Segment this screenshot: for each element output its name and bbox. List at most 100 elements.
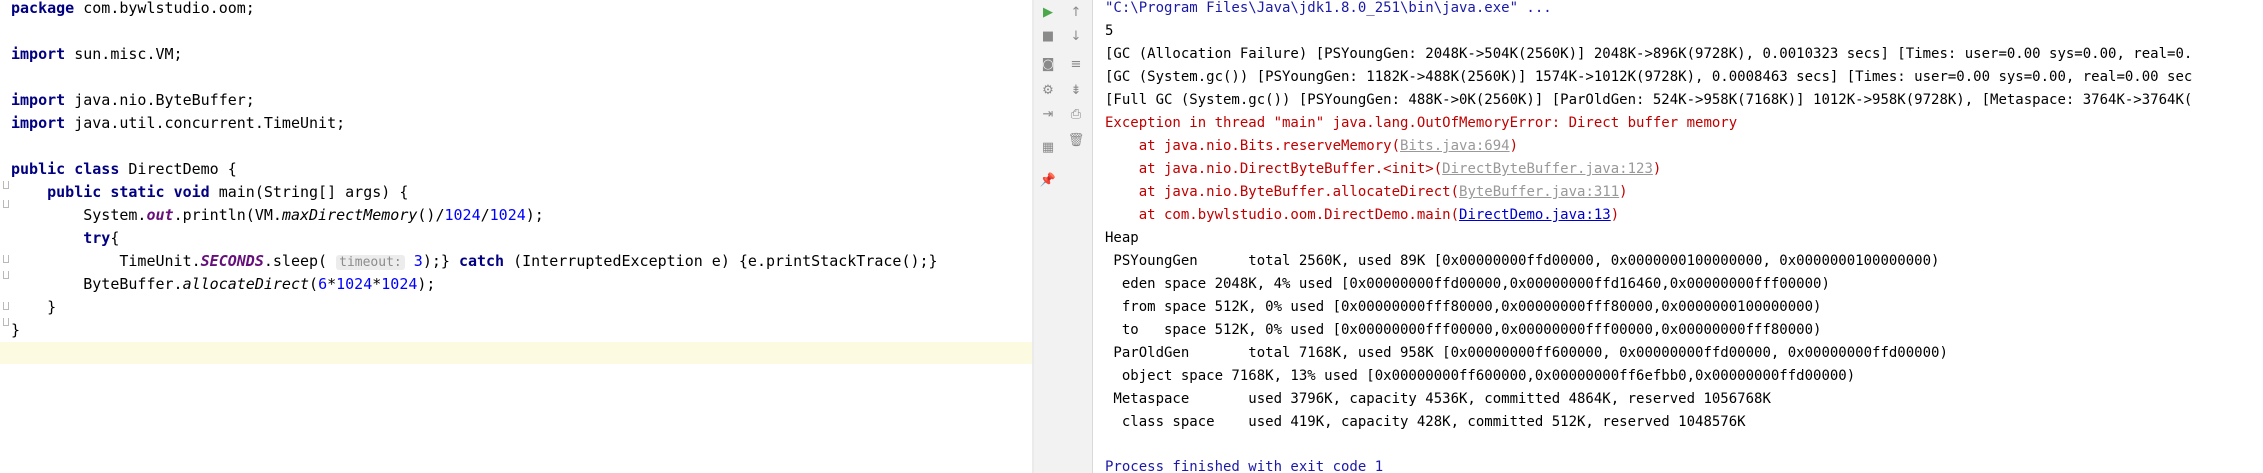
trace-text: ) <box>1610 207 1620 223</box>
soft-wrap-icon[interactable]: ≡ <box>1066 54 1086 74</box>
fold-marker[interactable] <box>3 255 9 263</box>
code-editor[interactable]: package com.bywlstudio.oom; import sun.m… <box>0 0 1032 473</box>
package-name: com.bywlstudio.oom; <box>74 0 255 17</box>
exit-icon[interactable]: ⇥ <box>1038 104 1058 124</box>
number: 1024 <box>489 206 526 224</box>
keyword: import <box>11 45 66 63</box>
keyword: import <box>11 91 66 109</box>
heap-line: from space 512K, 0% used [0x00000000fff8… <box>1105 299 1822 315</box>
code-line-8[interactable]: public class DirectDemo { <box>11 161 237 184</box>
heap-line: Metaspace used 3796K, capacity 4536K, co… <box>1105 391 1771 407</box>
keyword: public <box>11 160 66 178</box>
code-text: ); <box>417 275 436 293</box>
stack-trace-line: at com.bywlstudio.oom.DirectDemo.main(Di… <box>1105 207 1619 223</box>
keyword: import <box>11 114 66 132</box>
static-field: out <box>146 206 174 224</box>
static-method: maxDirectMemory <box>281 206 418 224</box>
run-console[interactable]: "C:\Program Files\Java\jdk1.8.0_251\bin\… <box>1093 0 2263 473</box>
code-text: .sleep( <box>263 252 328 270</box>
arrow-up-icon[interactable]: ↑ <box>1066 2 1086 22</box>
number: 1024 <box>444 206 481 224</box>
trash-icon[interactable]: 🗑 <box>1066 130 1086 150</box>
heap-line: eden space 2048K, 4% used [0x00000000ffd… <box>1105 276 1830 292</box>
trace-text: at java.nio.DirectByteBuffer.<init>( <box>1105 161 1443 177</box>
caret-line-highlight <box>0 342 1032 364</box>
code-text: { <box>110 229 120 247</box>
arrow-down-icon[interactable]: ↓ <box>1066 26 1086 46</box>
heap-line: class space used 419K, capacity 428K, co… <box>1105 414 1746 430</box>
heap-line: to space 512K, 0% used [0x00000000fff000… <box>1105 322 1822 338</box>
code-text: (InterruptedException e) {e.printStackTr… <box>504 252 938 270</box>
method-signature: main(String[] args) { <box>209 183 409 201</box>
code-text: TimeUnit. <box>119 252 201 270</box>
code-text: ()/ <box>417 206 445 224</box>
code-line-9[interactable]: public static void main(String[] args) { <box>11 184 408 207</box>
code-text: );} <box>422 252 459 270</box>
print-icon[interactable]: ⎙ <box>1066 104 1086 124</box>
fold-marker[interactable] <box>3 318 9 326</box>
number: 1024 <box>336 275 373 293</box>
code-line-5[interactable]: import java.nio.ByteBuffer; <box>11 92 255 115</box>
code-text: .println(VM. <box>173 206 282 224</box>
trace-text: ) <box>1509 138 1519 154</box>
code-line-13[interactable]: ByteBuffer.allocateDirect(6*1024*1024); <box>11 276 435 299</box>
output-line: 5 <box>1105 23 1114 39</box>
gc-log-line: [GC (System.gc()) [PSYoungGen: 1182K->48… <box>1105 69 2193 85</box>
exception-line: Exception in thread "main" java.lang.Out… <box>1105 115 1738 131</box>
code-line-6[interactable]: import java.util.concurrent.TimeUnit; <box>11 115 345 138</box>
code-text: System. <box>83 206 147 224</box>
trace-text: at java.nio.Bits.reserveMemory( <box>1105 138 1401 154</box>
scroll-to-end-icon[interactable]: ⇟ <box>1066 80 1086 100</box>
code-line-12[interactable]: TimeUnit.SECONDS.sleep( timeout: 3);} ca… <box>11 253 938 276</box>
stop-icon[interactable]: ■ <box>1038 26 1058 46</box>
gc-log-line: [GC (Allocation Failure) [PSYoungGen: 20… <box>1105 46 2193 62</box>
trace-text: at java.nio.ByteBuffer.allocateDirect( <box>1105 184 1460 200</box>
fold-marker[interactable] <box>3 200 9 208</box>
import-name: java.util.concurrent.TimeUnit; <box>65 114 346 132</box>
number: 1024 <box>381 275 418 293</box>
code-line-15[interactable]: } <box>11 322 20 345</box>
camera-icon[interactable]: ◙ <box>1038 54 1058 74</box>
code-text: ( <box>309 275 319 293</box>
static-method: allocateDirect <box>182 275 310 293</box>
source-link[interactable]: DirectByteBuffer.java:123 <box>1442 161 1653 177</box>
class-name: DirectDemo { <box>119 160 237 178</box>
keyword: package <box>11 0 75 17</box>
keyword: void <box>173 183 210 201</box>
layout-icon[interactable]: ▦ <box>1038 137 1058 157</box>
process-finished-line: Process finished with exit code 1 <box>1105 459 1384 473</box>
trace-text: at com.bywlstudio.oom.DirectDemo.main( <box>1105 207 1460 223</box>
fold-marker[interactable] <box>3 271 9 279</box>
source-link[interactable]: ByteBuffer.java:311 <box>1459 184 1619 200</box>
keyword: try <box>83 229 111 247</box>
run-toolbar: ▶ ↑ ■ ↓ ◙ ≡ ⚙ ⇟ ⇥ ⎙ ▦ 🗑 📌 <box>1034 0 1093 473</box>
number: 3 <box>413 252 423 270</box>
keyword: class <box>74 160 120 178</box>
static-field: SECONDS <box>200 252 264 270</box>
keyword: public <box>47 183 102 201</box>
code-text: * <box>327 275 337 293</box>
source-link[interactable]: Bits.java:694 <box>1400 138 1510 154</box>
code-text: } <box>11 321 21 339</box>
code-line-10[interactable]: System.out.println(VM.maxDirectMemory()/… <box>11 207 544 230</box>
number: 6 <box>318 275 328 293</box>
stack-trace-line: at java.nio.Bits.reserveMemory(Bits.java… <box>1105 138 1518 154</box>
import-name: sun.misc.VM; <box>65 45 183 63</box>
settings-icon[interactable]: ⚙ <box>1038 80 1058 100</box>
source-link[interactable]: DirectDemo.java:13 <box>1459 207 1611 223</box>
pin-icon[interactable]: 📌 <box>1038 170 1058 190</box>
code-line-1[interactable]: package com.bywlstudio.oom; <box>11 0 255 23</box>
keyword: catch <box>458 252 505 270</box>
fold-marker[interactable] <box>3 181 9 189</box>
gc-log-line: [Full GC (System.gc()) [PSYoungGen: 488K… <box>1105 92 2193 108</box>
heap-line: object space 7168K, 13% used [0x00000000… <box>1105 368 1856 384</box>
fold-marker[interactable] <box>3 302 9 310</box>
heap-line: PSYoungGen total 2560K, used 89K [0x0000… <box>1105 253 1940 269</box>
code-text: / <box>480 206 490 224</box>
code-line-14[interactable]: } <box>11 299 56 322</box>
import-name: java.nio.ByteBuffer; <box>65 91 255 109</box>
code-line-11[interactable]: try{ <box>11 230 119 253</box>
heap-header: Heap <box>1105 230 1139 246</box>
rerun-icon[interactable]: ▶ <box>1038 2 1058 22</box>
code-line-3[interactable]: import sun.misc.VM; <box>11 46 183 69</box>
